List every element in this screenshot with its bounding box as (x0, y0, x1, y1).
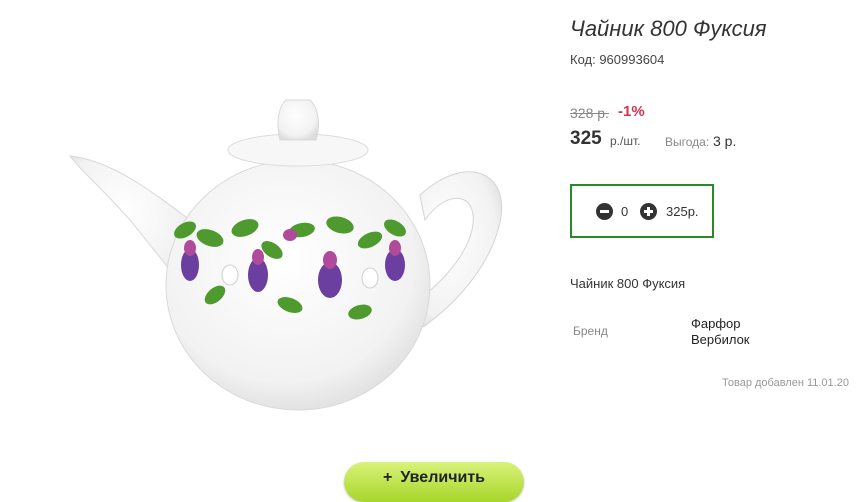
price-unit: р./шт. (610, 134, 641, 148)
product-description: Чайник 800 Фуксия (570, 276, 686, 291)
benefit-value: 3 р. (713, 133, 737, 149)
product-title: Чайник 800 Фуксия (570, 16, 767, 41)
quantity-sum: 325р. (666, 204, 699, 219)
brand-label: Бренд (573, 324, 608, 338)
plus-circle-icon[interactable] (640, 203, 657, 220)
added-date: Товар добавлен 11.01.20 (722, 377, 849, 389)
product-image[interactable] (40, 80, 530, 430)
quantity-value: 0 (621, 204, 629, 219)
brand-value: Фарфор Вербилок (691, 316, 750, 347)
zoom-button[interactable]: + Увеличить (344, 462, 524, 502)
quantity-stepper: 0 325р. (570, 184, 714, 238)
old-price: 328 р. (570, 105, 609, 121)
plus-icon: + (382, 469, 393, 486)
benefit-label: Выгода: (665, 135, 710, 149)
zoom-button-label: Увеличить (400, 469, 485, 486)
discount-badge: -1% (618, 103, 645, 120)
product-code: Код: 960993604 (570, 52, 665, 67)
current-price: 325 (570, 128, 602, 149)
minus-icon[interactable] (596, 203, 613, 220)
